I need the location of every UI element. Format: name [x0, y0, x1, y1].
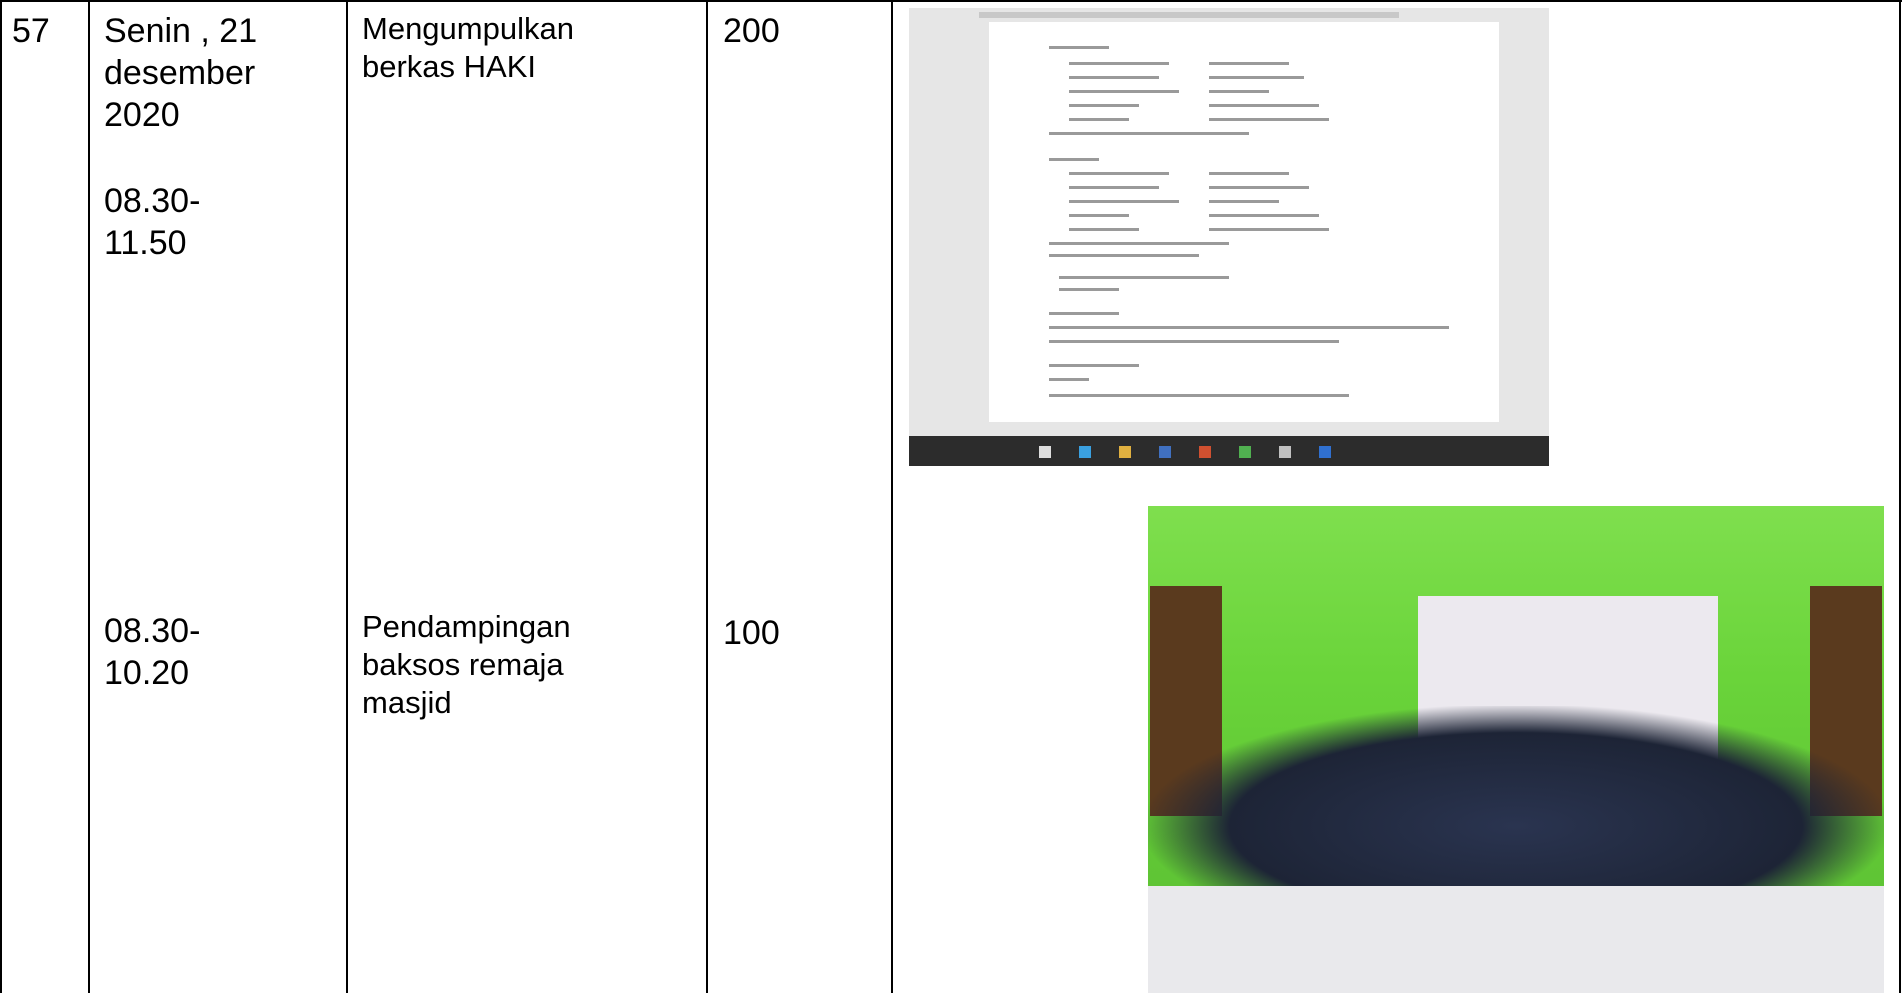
table-right-border	[1899, 0, 1901, 993]
taskbar	[909, 436, 1549, 466]
time-range-2: 08.30- 10.20	[104, 612, 201, 692]
value-2: 100	[723, 614, 780, 652]
document-page	[989, 22, 1499, 422]
group-photo-image	[1148, 506, 1884, 993]
col-divider-4	[891, 0, 893, 993]
col-divider-2	[346, 0, 348, 993]
col-divider-3	[706, 0, 708, 993]
col-divider-1	[88, 0, 90, 993]
value-1: 200	[723, 12, 780, 50]
time-range-1: 08.30- 11.50	[104, 182, 201, 262]
row-number: 57	[12, 12, 50, 50]
activity-2: Pendampingan baksos remaja masjid	[362, 609, 571, 720]
document-screenshot-image	[909, 8, 1549, 466]
table-top-border	[0, 0, 1902, 2]
activity-1: Mengumpulkan berkas HAKI	[362, 11, 574, 84]
people-group	[1148, 706, 1884, 906]
date-text: Senin , 21 desember 2020	[104, 12, 258, 134]
table-left-border	[0, 0, 2, 993]
